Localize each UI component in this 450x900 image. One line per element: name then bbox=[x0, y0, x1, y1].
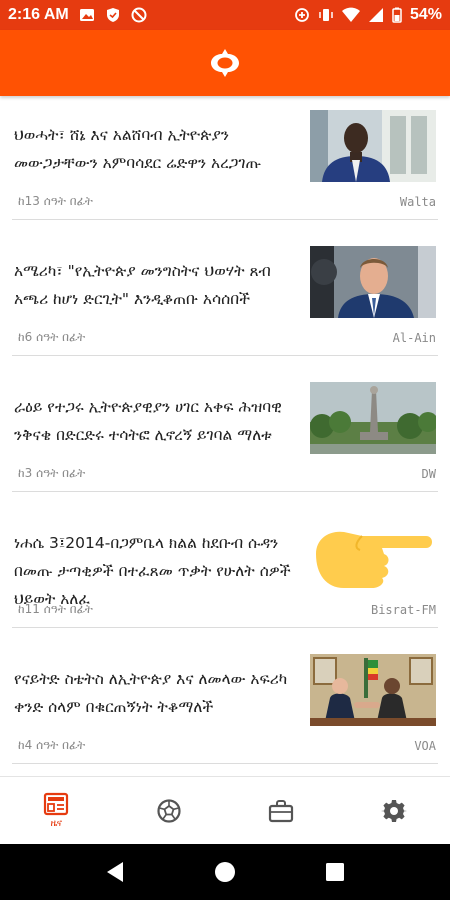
notification-icons bbox=[79, 7, 147, 23]
news-time: ከ3 ሰዓት በፊት bbox=[18, 466, 86, 480]
news-feed[interactable]: ህወሓት፣ ሸኔ እና አልሸባብ ኢትዮጵያን መውጋታቸውን አምባሳደር … bbox=[0, 96, 450, 776]
news-item[interactable]: አሜሪካ፣ "የኢትዮጵያ መንግስትና ህወሃት ጸብ አጫሪ ከሆነ ድርጊ… bbox=[12, 232, 438, 356]
news-headline: አሜሪካ፣ "የኢትዮጵያ መንግስትና ህወሃት ጸብ አጫሪ ከሆነ ድርጊ… bbox=[14, 262, 271, 308]
news-icon bbox=[44, 792, 69, 816]
system-nav-bar bbox=[0, 844, 450, 900]
app-bar bbox=[0, 30, 450, 96]
signal-icon bbox=[368, 8, 383, 22]
nav-sports[interactable] bbox=[113, 777, 226, 844]
battery-level: 54% bbox=[409, 6, 442, 23]
nav-news-label: ዜና bbox=[50, 818, 62, 829]
news-time: ከ4 ሰዓት በፊት bbox=[18, 738, 86, 752]
nav-settings[interactable] bbox=[338, 777, 450, 844]
wifi-icon bbox=[341, 7, 360, 22]
news-headline: ራዕይ የተጋሩ ኢትዮጵያዊያን ሀገር አቀፍ ሕዝባዊ ንቅናቄ በድርድ… bbox=[14, 398, 282, 444]
news-thumbnail bbox=[310, 382, 436, 454]
nav-news[interactable]: ዜና bbox=[0, 777, 113, 844]
handshake-image bbox=[310, 654, 436, 726]
status-time: 2:16 AM bbox=[8, 6, 69, 23]
news-time: ከ6 ሰዓት በፊት bbox=[18, 330, 86, 344]
app-logo-icon bbox=[211, 49, 239, 77]
battery-icon bbox=[392, 7, 402, 23]
bottom-nav: ዜና bbox=[0, 776, 450, 844]
nav-jobs[interactable] bbox=[225, 777, 338, 844]
news-headline: የናይትድ ስቴትስ ለኢትዮጵያ እና ለመላው አፍሪካ ቀንድ ሰላም በ… bbox=[14, 670, 288, 716]
news-source: Walta bbox=[399, 195, 436, 209]
back-icon[interactable] bbox=[105, 861, 125, 883]
news-time: ከ11 ሰዓት በፊት bbox=[18, 602, 93, 616]
news-thumbnail bbox=[310, 654, 436, 726]
news-time: ከ13 ሰዓት በፊት bbox=[18, 194, 93, 208]
system-status-icons: 54% bbox=[294, 6, 442, 24]
home-icon[interactable] bbox=[214, 861, 236, 883]
news-thumbnail bbox=[310, 518, 436, 590]
news-source: VOA bbox=[414, 739, 436, 753]
news-headline: ህወሓት፣ ሸኔ እና አልሸባብ ኢትዮጵያን መውጋታቸውን አምባሳደር … bbox=[14, 126, 262, 172]
soccer-ball-icon bbox=[157, 798, 181, 823]
vibrate-icon bbox=[319, 9, 333, 21]
news-item[interactable]: ህወሓት፣ ሸኔ እና አልሸባብ ኢትዮጵያን መውጋታቸውን አምባሳደር … bbox=[12, 96, 438, 220]
news-item[interactable]: የናይትድ ስቴትስ ለኢትዮጵያ እና ለመላው አፍሪካ ቀንድ ሰላም በ… bbox=[12, 640, 438, 764]
status-bar: 2:16 AM 54% bbox=[0, 0, 450, 30]
news-item[interactable]: ነሐሴ 3፤2014-በጋምቤላ ክልል ከደቡብ ሱዳን በመጡ ታጣቂዎች … bbox=[12, 504, 438, 628]
man-speaking-image bbox=[310, 246, 436, 318]
news-source: DW bbox=[421, 467, 436, 481]
data-saver-icon bbox=[295, 8, 309, 22]
news-source: Bisrat-FM bbox=[370, 603, 436, 617]
gear-icon bbox=[380, 799, 407, 822]
news-item[interactable]: ራዕይ የተጋሩ ኢትዮጵያዊያን ሀገር አቀፍ ሕዝባዊ ንቅናቄ በድርድ… bbox=[12, 368, 438, 492]
image-notification-icon bbox=[79, 9, 94, 21]
news-headline: ነሐሴ 3፤2014-በጋምቤላ ክልል ከደቡብ ሱዳን በመጡ ታጣቂዎች … bbox=[14, 534, 291, 608]
briefcase-icon bbox=[269, 799, 294, 822]
shield-notification-icon bbox=[106, 8, 119, 22]
news-thumbnail bbox=[310, 246, 436, 318]
pointing-hand-emoji bbox=[310, 518, 436, 590]
news-thumbnail bbox=[310, 110, 436, 182]
blocked-notification-icon bbox=[131, 7, 147, 23]
recents-icon[interactable] bbox=[325, 862, 345, 882]
news-source: Al-Ain bbox=[392, 331, 436, 345]
monument-image bbox=[310, 382, 436, 454]
man-in-suit-image bbox=[310, 110, 436, 182]
